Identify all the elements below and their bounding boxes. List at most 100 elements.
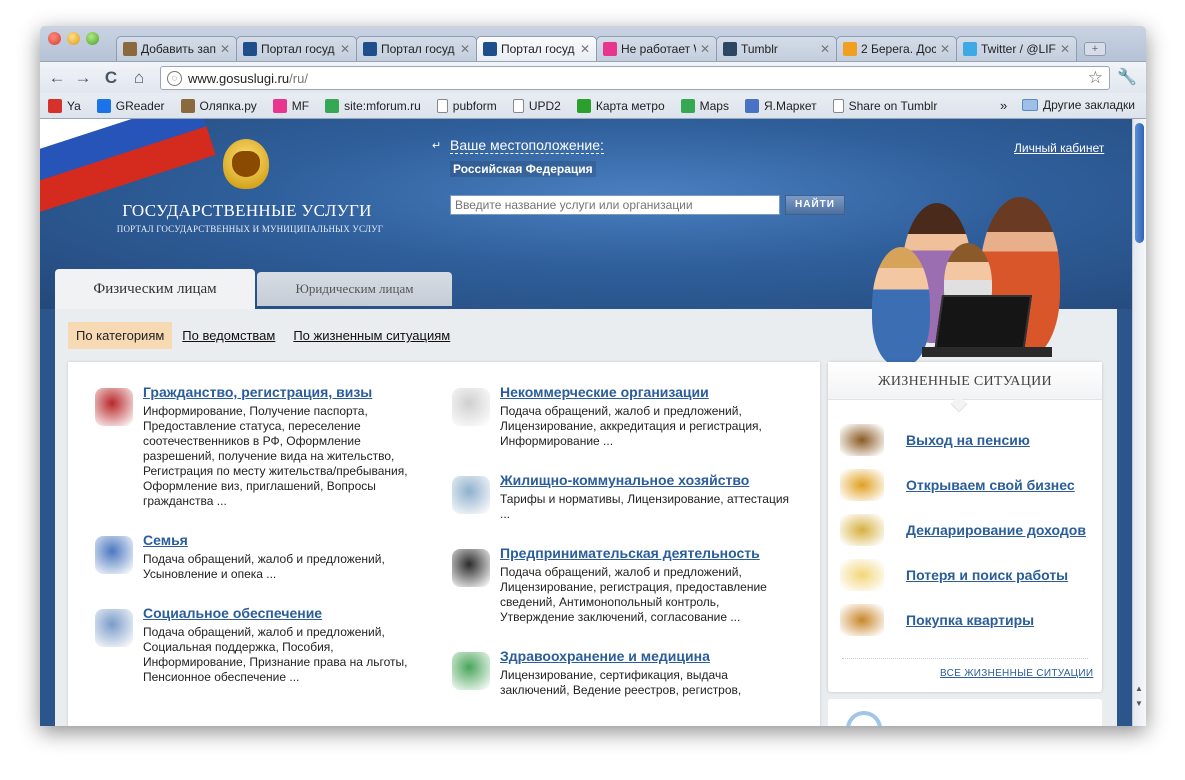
life-situation-link[interactable]: Выход на пенсию (906, 432, 1030, 448)
life-situation-item[interactable]: Выход на пенсию (840, 424, 1030, 456)
browser-tab[interactable]: Добавить запи ✕ (116, 36, 237, 61)
home-icon[interactable]: ⌂ (128, 67, 150, 89)
house-icon (840, 604, 884, 636)
category-title-link[interactable]: Семья (143, 532, 433, 548)
social-icon[interactable] (95, 609, 133, 647)
scroll-down-icon[interactable]: ▼ (1135, 699, 1143, 708)
site-title[interactable]: ГОСУДАРСТВЕННЫЕ УСЛУГИ (112, 201, 382, 221)
family-icon[interactable] (95, 536, 133, 574)
minimize-window-button[interactable] (67, 32, 80, 45)
window-controls (48, 32, 99, 45)
bookmark-item[interactable]: MF (272, 98, 310, 113)
life-situation-link[interactable]: Покупка квартиры (906, 612, 1034, 628)
back-icon[interactable]: ← (46, 67, 68, 89)
bookmark-item[interactable]: site:mforum.ru (325, 98, 421, 113)
tab-close-icon[interactable]: ✕ (700, 42, 710, 56)
tab-close-icon[interactable]: ✕ (940, 42, 950, 56)
bookmark-label: MF (291, 98, 310, 113)
tab-title: Портал госуд (501, 42, 575, 56)
subnav-by-category[interactable]: По категориям (68, 322, 173, 349)
life-situation-item[interactable]: Открываем свой бизнес (840, 469, 1075, 501)
tab-favicon-icon (603, 42, 617, 56)
site-subtitle: ПОРТАЛ ГОСУДАРСТВЕННЫХ И МУНИЦИПАЛЬНЫХ У… (116, 224, 384, 234)
subnav-by-agency[interactable]: По ведомствам (182, 328, 275, 343)
bookmark-label: Ya (67, 98, 81, 113)
tab-individuals[interactable]: Физическим лицам (55, 269, 255, 309)
bookmark-item[interactable]: pubform (436, 98, 497, 113)
tab-close-icon[interactable]: ✕ (340, 42, 350, 56)
hat-icon (840, 424, 884, 456)
bookmark-item[interactable]: Maps (680, 98, 729, 113)
medicine-icon[interactable] (452, 652, 490, 690)
search-button[interactable]: НАЙТИ (785, 195, 845, 215)
address-url[interactable]: www.gosuslugi.ru/ru/ (188, 71, 308, 86)
bookmark-item[interactable]: Share on Tumblr (832, 98, 937, 113)
bookmark-label: site:mforum.ru (344, 98, 421, 113)
tab-legal-entities[interactable]: Юридическим лицам (257, 272, 452, 306)
life-situation-link[interactable]: Потеря и поиск работы (906, 567, 1068, 583)
browser-tab[interactable]: Портал госуд ✕ (476, 36, 597, 61)
zoom-window-button[interactable] (86, 32, 99, 45)
dove-icon[interactable] (452, 388, 490, 426)
category-item: Здравоохранение и медицина Лицензирование… (452, 648, 790, 698)
all-life-situations-link[interactable]: ВСЕ ЖИЗНЕННЫЕ СИТУАЦИИ (940, 668, 1093, 679)
tab-close-icon[interactable]: ✕ (220, 42, 230, 56)
tab-favicon-icon (363, 42, 377, 56)
category-title-link[interactable]: Социальное обеспечение (143, 605, 433, 621)
life-situation-item[interactable]: Потеря и поиск работы (840, 559, 1068, 591)
tab-close-icon[interactable]: ✕ (580, 42, 590, 56)
bookmark-item[interactable]: Оляпка.ру (180, 98, 257, 113)
tab-title: Портал госуд (261, 42, 335, 56)
browser-tab[interactable]: 2 Берега. Дос ✕ (836, 36, 957, 61)
life-situation-item[interactable]: Покупка квартиры (840, 604, 1034, 636)
category-description: Лицензирование, сертификация, выдача зак… (500, 668, 742, 697)
browser-tab[interactable]: Портал госуд ✕ (236, 36, 357, 61)
faucet-icon[interactable] (452, 476, 490, 514)
tab-close-icon[interactable]: ✕ (460, 42, 470, 56)
subnav-by-life-situation[interactable]: По жизненным ситуациям (293, 328, 450, 343)
category-title-link[interactable]: Гражданство, регистрация, визы (143, 384, 433, 400)
browser-window: Добавить запи ✕ Портал госуд ✕ Портал госуд ✕… (40, 26, 1146, 726)
scroll-up-icon[interactable]: ▲ (1135, 684, 1143, 693)
bookmark-star-icon[interactable]: ☆ (1088, 68, 1103, 88)
browser-tab[interactable]: Не работает W ✕ (596, 36, 717, 61)
category-title-link[interactable]: Здравоохранение и медицина (500, 648, 790, 664)
bookmarks-overflow-button[interactable]: » (1000, 98, 1007, 113)
browser-tab[interactable]: Портал госуд ✕ (356, 36, 477, 61)
scrollbar-thumb[interactable] (1135, 123, 1144, 243)
category-title-link[interactable]: Жилищно-коммунальное хозяйство (500, 472, 790, 488)
address-bar[interactable]: ◌ www.gosuslugi.ru/ru/ ☆ (160, 66, 1110, 90)
bookmark-item[interactable]: UPD2 (512, 98, 561, 113)
bookmark-item[interactable]: GReader (96, 98, 165, 113)
reload-icon[interactable]: C (100, 67, 122, 89)
bookmark-item[interactable]: Я.Маркет (744, 98, 817, 113)
life-situation-link[interactable]: Открываем свой бизнес (906, 477, 1075, 493)
close-window-button[interactable] (48, 32, 61, 45)
forward-icon[interactable]: → (72, 67, 94, 89)
personal-cabinet-link[interactable]: Личный кабинет (1014, 141, 1104, 155)
passport-icon[interactable] (95, 388, 133, 426)
life-situation-link[interactable]: Декларирование доходов (906, 522, 1086, 538)
ring-icon (846, 711, 882, 726)
new-tab-button[interactable]: + (1084, 42, 1106, 56)
browser-tab[interactable]: Tumblr ✕ (716, 36, 837, 61)
bookmark-item[interactable]: Карта метро (576, 98, 665, 113)
category-title-link[interactable]: Предпринимательская деятельность (500, 545, 790, 561)
coat-of-arms-icon[interactable] (223, 139, 269, 189)
page-scrollbar[interactable]: ▲ ▼ (1132, 119, 1146, 726)
wrench-icon[interactable]: 🔧 (1117, 67, 1137, 87)
tab-close-icon[interactable]: ✕ (820, 42, 830, 56)
tab-favicon-icon (723, 42, 737, 56)
service-search-input[interactable] (450, 195, 780, 215)
bookmark-item[interactable]: Ya (48, 98, 81, 113)
other-bookmarks-folder[interactable]: Другие закладки (1022, 98, 1135, 112)
browser-tab[interactable]: Twitter / @LIF ✕ (956, 36, 1077, 61)
tab-close-icon[interactable]: ✕ (1060, 42, 1070, 56)
bookmark-label: GReader (115, 98, 165, 113)
category-title-link[interactable]: Некоммерческие организации (500, 384, 790, 400)
secondary-panel (828, 699, 1102, 726)
briefcase-icon[interactable] (452, 549, 490, 587)
tab-title: 2 Берега. Дос (861, 42, 936, 56)
life-situation-item[interactable]: Декларирование доходов (840, 514, 1086, 546)
location-label[interactable]: Ваше местоположение: (450, 137, 604, 154)
